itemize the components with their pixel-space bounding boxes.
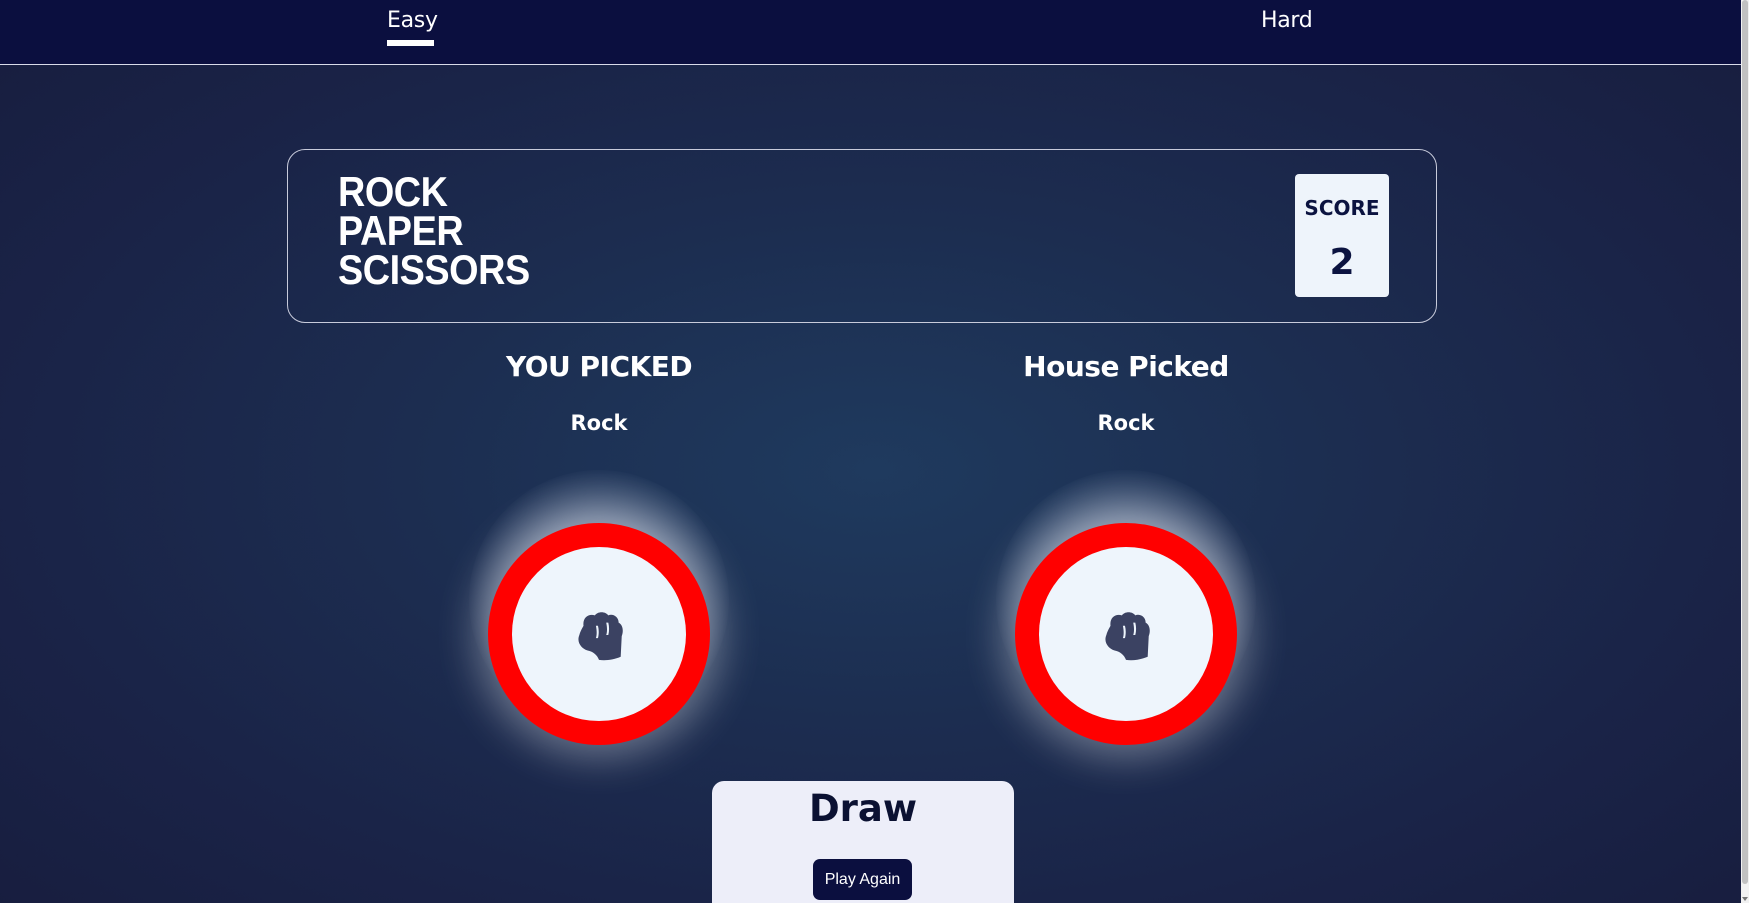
- rock-fist-icon: [578, 612, 623, 661]
- house-rock-token: [1015, 523, 1237, 745]
- score-label: SCORE: [1304, 196, 1380, 220]
- game-title: ROCK PAPER SCISSORS: [338, 168, 530, 293]
- tab-hard[interactable]: Hard: [1261, 8, 1313, 33]
- house-pick-heading: House Picked: [1023, 350, 1229, 383]
- player-pick-heading: YOU PICKED: [505, 350, 693, 383]
- scroll-down-arrow-icon[interactable]: [1742, 897, 1748, 901]
- rock-fist-icon: [1105, 612, 1150, 661]
- player-rock-token: [488, 523, 710, 745]
- title-line-rock: ROCK: [338, 168, 448, 215]
- top-nav: Easy Hard: [0, 0, 1741, 65]
- scrollbar-thumb[interactable]: [1742, 0, 1748, 884]
- vertical-scrollbar[interactable]: [1741, 0, 1749, 903]
- score-card: SCORE 2: [1295, 174, 1389, 297]
- player-pick-column: YOU PICKED Rock: [389, 350, 809, 435]
- score-value: 2: [1329, 242, 1355, 283]
- house-pick-column: House Picked Rock: [916, 350, 1336, 435]
- tab-easy[interactable]: Easy: [387, 8, 438, 33]
- title-line-scissors: SCISSORS: [338, 246, 530, 293]
- game-header: ROCK PAPER SCISSORS SCORE 2: [287, 149, 1437, 323]
- house-token-face: [1039, 547, 1213, 721]
- player-pick-name: Rock: [570, 411, 628, 435]
- result-text: Draw: [808, 787, 918, 830]
- result-card: Draw Play Again: [712, 781, 1014, 903]
- house-pick-name: Rock: [1097, 411, 1155, 435]
- title-line-paper: PAPER: [338, 207, 464, 254]
- player-token-face: [512, 547, 686, 721]
- play-again-button[interactable]: Play Again: [813, 859, 912, 900]
- active-tab-indicator: [387, 40, 434, 46]
